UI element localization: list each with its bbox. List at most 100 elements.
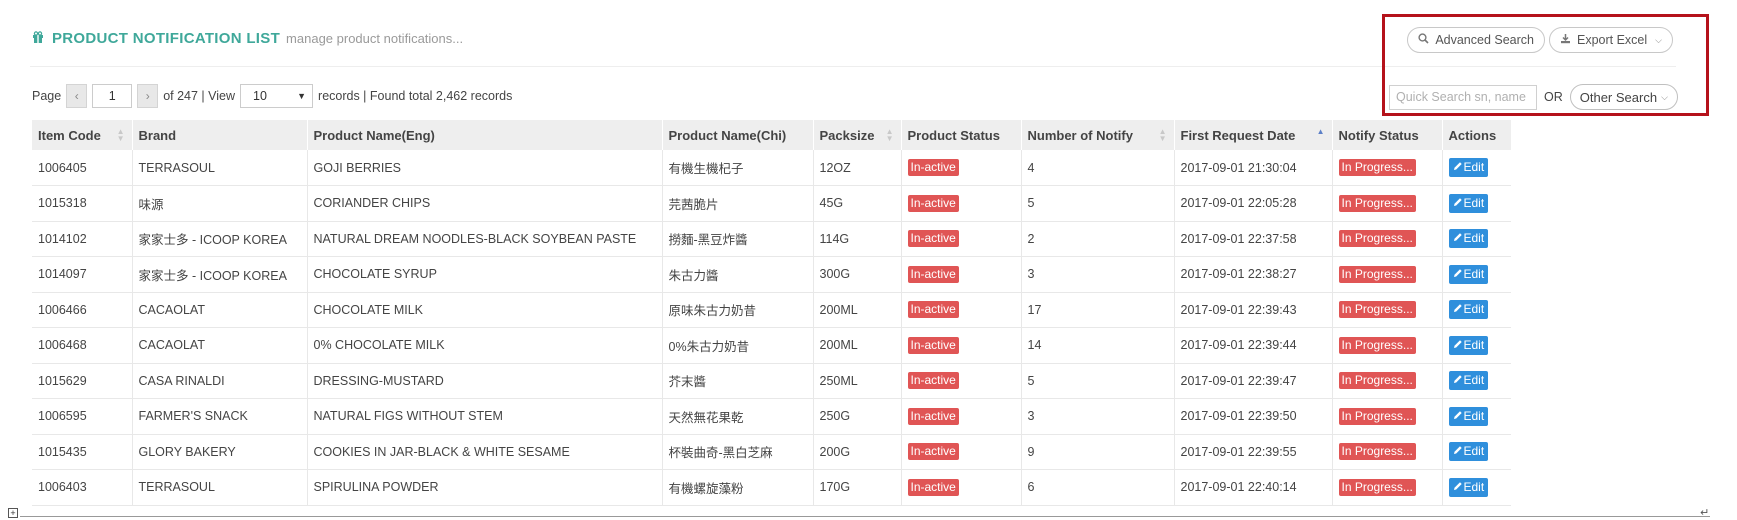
edit-label: Edit <box>1463 444 1485 459</box>
page-bottom-border <box>20 516 1710 517</box>
cell-product-status: In-active <box>901 469 1022 506</box>
quick-search-input[interactable] <box>1389 84 1537 110</box>
cell-first-request-date: 2017-09-01 22:39:55 <box>1174 434 1333 470</box>
prev-page-button[interactable]: ‹ <box>66 84 88 108</box>
other-search-label: Other Search <box>1579 89 1658 105</box>
cell-product-name-eng: GOJI BERRIES <box>307 150 663 186</box>
expand-handle-icon[interactable]: + <box>8 508 18 518</box>
cell-actions: Edit <box>1442 221 1511 257</box>
page-number-input[interactable] <box>92 84 133 108</box>
edit-button[interactable]: Edit <box>1448 335 1489 355</box>
cell-product-status: In-active <box>901 256 1022 293</box>
status-badge: In-active <box>907 443 959 461</box>
edit-button[interactable]: Edit <box>1448 193 1489 213</box>
edit-label: Edit <box>1463 408 1485 423</box>
cell-product-status: In-active <box>901 398 1022 435</box>
cell-actions: Edit <box>1442 256 1511 293</box>
table-row: 1006468 CACAOLAT 0% CHOCOLATE MILK 0%朱古力奶昔 2… <box>32 327 1511 364</box>
cell-first-request-date: 2017-09-01 21:30:04 <box>1174 150 1333 186</box>
cell-brand: CACAOLAT <box>132 292 308 328</box>
column-header-name-chi[interactable]: Product Name(Chi) <box>662 120 814 150</box>
pencil-icon <box>1453 373 1463 388</box>
notify-status-badge: In Progress... <box>1338 478 1416 496</box>
edit-label: Edit <box>1463 160 1485 174</box>
cell-product-name-eng: DRESSING-MUSTARD <box>307 363 663 399</box>
column-header-packsize[interactable]: Packsize ▲ ▼ <box>813 120 902 150</box>
cell-first-request-date: 2017-09-01 22:39:50 <box>1174 398 1333 435</box>
cell-actions: Edit <box>1442 434 1511 470</box>
cell-brand: FARMER'S SNACK <box>132 398 308 435</box>
column-header-brand[interactable]: Brand <box>132 120 308 150</box>
cell-first-request-date: 2017-09-01 22:37:58 <box>1174 221 1333 257</box>
cell-actions: Edit <box>1442 185 1511 222</box>
column-header-notify-status[interactable]: Notify Status <box>1332 120 1443 150</box>
edit-button[interactable]: Edit <box>1448 406 1489 426</box>
cell-notify-status: In Progress... <box>1332 398 1443 435</box>
edit-button[interactable]: Edit <box>1448 477 1489 497</box>
cell-brand: GLORY BAKERY <box>132 434 308 470</box>
status-badge: In-active <box>907 265 959 283</box>
notify-status-badge: In Progress... <box>1338 443 1416 461</box>
cell-product-name-eng: NATURAL DREAM NOODLES-BLACK SOYBEAN PAST… <box>307 221 663 257</box>
edit-label: Edit <box>1463 373 1485 388</box>
other-search-button[interactable]: Other Search ⌵ <box>1569 84 1678 110</box>
cell-item-code: 1014102 <box>32 221 133 257</box>
cell-product-status: In-active <box>901 434 1022 470</box>
cell-notify-status: In Progress... <box>1332 185 1443 222</box>
cell-item-code: 1014097 <box>32 256 133 293</box>
edit-button[interactable]: Edit <box>1448 300 1489 320</box>
column-header-name-eng[interactable]: Product Name(Eng) <box>307 120 663 150</box>
notify-status-badge: In Progress... <box>1338 265 1416 283</box>
status-badge: In-active <box>907 230 959 248</box>
pencil-icon <box>1453 196 1463 211</box>
view-count-value: 10 <box>253 89 267 103</box>
edit-button[interactable]: Edit <box>1448 158 1489 177</box>
edit-button[interactable]: Edit <box>1448 442 1489 462</box>
cell-item-code: 1015629 <box>32 363 133 399</box>
cell-product-status: In-active <box>901 363 1022 399</box>
table-row: 1014097 家家士多 - ICOOP KOREA CHOCOLATE SYRUP… <box>32 256 1511 293</box>
view-count-select[interactable]: 10 ▼ <box>240 84 314 108</box>
cell-number-of-notify: 5 <box>1021 185 1175 222</box>
page-count-text: of 247 | View <box>163 89 236 103</box>
cell-product-name-chi: 有機螺旋藻粉 <box>662 469 814 506</box>
cell-item-code: 1006403 <box>32 469 133 506</box>
chevron-down-icon: ⌵ <box>1661 91 1668 102</box>
next-page-button[interactable]: › <box>137 84 159 108</box>
pencil-icon <box>1453 231 1463 246</box>
notify-status-badge: In Progress... <box>1338 372 1416 390</box>
cell-brand: 家家士多 - ICOOP KOREA <box>132 221 308 257</box>
cell-notify-status: In Progress... <box>1332 221 1443 257</box>
column-header-number-of-notify[interactable]: Number of Notify ▲ ▼ <box>1021 120 1175 150</box>
cell-number-of-notify: 5 <box>1021 363 1175 399</box>
cell-product-name-chi: 芥末醬 <box>662 363 814 399</box>
cell-product-name-chi: 有機生機杞子 <box>662 150 814 186</box>
notify-status-badge: In Progress... <box>1338 159 1416 176</box>
cell-first-request-date: 2017-09-01 22:40:14 <box>1174 469 1333 506</box>
edit-button[interactable]: Edit <box>1448 371 1489 391</box>
cell-actions: Edit <box>1442 150 1511 186</box>
cell-product-name-eng: COOKIES IN JAR-BLACK & WHITE SESAME <box>307 434 663 470</box>
column-header-product-status[interactable]: Product Status <box>901 120 1022 150</box>
cell-packsize: 200G <box>813 434 902 470</box>
edit-button[interactable]: Edit <box>1448 229 1489 249</box>
cell-first-request-date: 2017-09-01 22:39:43 <box>1174 292 1333 328</box>
cell-brand: TERRASOUL <box>132 469 308 506</box>
edit-label: Edit <box>1463 479 1485 494</box>
cell-first-request-date: 2017-09-01 22:39:44 <box>1174 327 1333 364</box>
cell-product-name-chi: 朱古力醬 <box>662 256 814 293</box>
cell-product-name-chi: 杯裝曲奇-黑白芝麻 <box>662 434 814 470</box>
cell-actions: Edit <box>1442 292 1511 328</box>
cell-product-name-eng: CHOCOLATE SYRUP <box>307 256 663 293</box>
column-header-item-code[interactable]: Item Code ▲ ▼ <box>32 120 133 150</box>
edit-button[interactable]: Edit <box>1448 264 1489 284</box>
cell-first-request-date: 2017-09-01 22:05:28 <box>1174 185 1333 222</box>
edit-label: Edit <box>1463 231 1485 246</box>
cell-number-of-notify: 14 <box>1021 327 1175 364</box>
cell-item-code: 1015318 <box>32 185 133 222</box>
cell-packsize: 114G <box>813 221 902 257</box>
column-header-first-request-date[interactable]: First Request Date ▲ <box>1174 120 1333 150</box>
status-badge: In-active <box>907 372 959 390</box>
sort-icon: ▲ ▼ <box>1158 127 1167 143</box>
cell-number-of-notify: 4 <box>1021 150 1175 186</box>
